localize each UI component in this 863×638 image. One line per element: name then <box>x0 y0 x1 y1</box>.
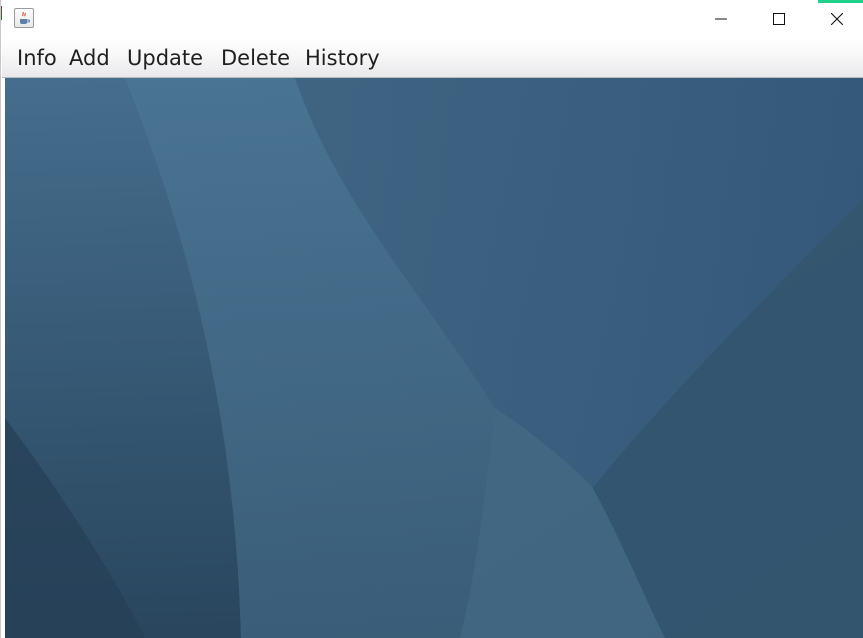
menu-history[interactable]: History <box>305 38 380 78</box>
close-button[interactable] <box>808 0 863 38</box>
desktop-pane[interactable] <box>5 78 863 638</box>
menu-add[interactable]: Add <box>69 38 110 78</box>
maximize-button[interactable] <box>750 0 808 38</box>
taskbar-accent <box>818 0 863 3</box>
java-cup-icon[interactable] <box>14 8 34 28</box>
application-window: Info Add Update Delete History <box>0 0 863 638</box>
minimize-button[interactable] <box>692 0 750 38</box>
menu-bar: Info Add Update Delete History <box>2 38 863 78</box>
menu-info[interactable]: Info <box>17 38 57 78</box>
desktop-wallpaper <box>5 78 863 638</box>
maximize-icon <box>773 13 785 25</box>
close-icon <box>831 13 843 25</box>
minimize-icon <box>715 18 727 20</box>
title-bar[interactable] <box>2 0 863 38</box>
menu-delete[interactable]: Delete <box>221 38 290 78</box>
menu-update[interactable]: Update <box>127 38 203 78</box>
